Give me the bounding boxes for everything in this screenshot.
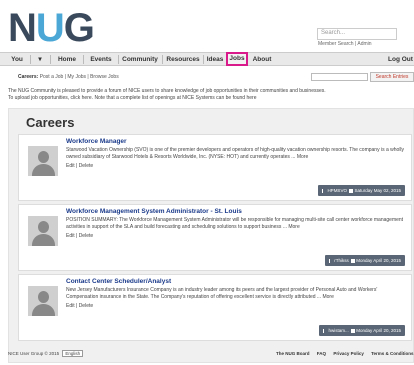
job-actions[interactable]: Edit | Delete [66, 233, 93, 239]
footer-link-faq[interactable]: FAQ [317, 351, 326, 356]
careers-subnav: Careers: Post a Job | My Jobs | Browse J… [18, 74, 119, 80]
footer-link-privacy[interactable]: Privacy Policy [333, 351, 364, 356]
job-date: Saturday May 02, 2015 [354, 188, 401, 193]
job-title[interactable]: Contact Center Scheduler/Analyst [66, 278, 171, 285]
job-actions[interactable]: Edit | Delete [66, 163, 93, 169]
careers-label: Careers: [18, 74, 39, 80]
job-description: New Jersey Manufacturers Insurance Compa… [66, 287, 378, 300]
careers-links[interactable]: Post a Job | My Jobs | Browse Jobs [40, 74, 119, 80]
nav-ideas[interactable]: Ideas [206, 53, 224, 66]
avatar-placeholder-icon [28, 146, 58, 176]
nug-logo[interactable]: NUG [8, 8, 95, 48]
intro-line-1: The NUG Community is pleased to provide … [8, 88, 326, 94]
job-meta: rThikss Monday April 20, 2015 [325, 255, 405, 266]
nav-divider [118, 55, 119, 64]
job-description: Starwood Vacation Ownership (SVO) is one… [66, 147, 405, 160]
footer-left: NICE User Group © 2015 English [8, 350, 84, 357]
nav-divider [162, 55, 163, 64]
nav-divider [30, 55, 31, 64]
job-card: Contact Center Scheduler/Analyst New Jer… [18, 274, 412, 341]
calendar-icon [351, 258, 356, 263]
job-date: Monday April 20, 2015 [356, 328, 401, 333]
flag-icon [322, 188, 326, 193]
logo-g: G [63, 6, 95, 50]
logo-n: N [8, 6, 37, 50]
nav-community[interactable]: Community [121, 53, 159, 66]
job-actions[interactable]: Edit | Delete [66, 303, 93, 309]
nav-divider [203, 55, 204, 64]
nav-about[interactable]: About [252, 53, 272, 66]
job-description: POSITION SUMMARY: The Workforce Manageme… [66, 217, 404, 230]
flag-icon [323, 328, 327, 333]
search-entries-button[interactable]: Search Entries [370, 72, 414, 82]
job-date: Monday April 20, 2015 [356, 258, 401, 263]
header: NUG Search... Member Search | Admin [0, 0, 414, 52]
nav-you[interactable]: You [6, 53, 28, 66]
logout-link[interactable]: Log Out [388, 53, 414, 66]
nav-dropdown-icon[interactable]: ▾ [33, 53, 47, 66]
nav-events[interactable]: Events [86, 53, 116, 66]
job-meta: hwistam... Monday April 20, 2015 [319, 325, 405, 336]
job-meta: HPMSVO Saturday May 02, 2015 [318, 185, 405, 196]
calendar-icon [351, 328, 356, 333]
language-select[interactable]: English [62, 350, 84, 357]
intro-text: The NUG Community is pleased to provide … [8, 88, 412, 102]
footer-link-board[interactable]: The NUG Board [276, 351, 310, 356]
job-poster[interactable]: rThikss [334, 258, 349, 263]
job-card: Workforce Management System Administrato… [18, 204, 412, 271]
flag-icon [329, 258, 333, 263]
job-title[interactable]: Workforce Manager [66, 138, 127, 145]
nav-home[interactable]: Home [53, 53, 81, 66]
nav-jobs[interactable]: Jobs [226, 52, 248, 66]
job-poster[interactable]: hwistam... [328, 328, 348, 333]
member-links[interactable]: Member Search | Admin [318, 41, 372, 47]
job-poster[interactable]: HPMSVO [327, 188, 347, 193]
search-input[interactable]: Search... [317, 28, 397, 40]
job-card: Workforce Manager Starwood Vacation Owne… [18, 134, 412, 201]
footer-links: The NUG Board FAQ Privacy Policy Terms &… [270, 351, 414, 356]
job-title[interactable]: Workforce Management System Administrato… [66, 208, 242, 215]
main-nav: You ▾ Home Events Community Resources Id… [0, 52, 414, 66]
avatar-placeholder-icon [28, 286, 58, 316]
nav-resources[interactable]: Resources [165, 53, 201, 66]
footer-link-terms[interactable]: Terms & Conditions [371, 351, 413, 356]
nav-divider [83, 55, 84, 64]
calendar-icon [349, 188, 354, 193]
entries-search-input[interactable] [311, 73, 368, 81]
copyright: NICE User Group © 2015 [8, 351, 60, 356]
logo-u: U [35, 6, 65, 50]
page-title: Careers [26, 115, 75, 130]
intro-line-2: To upload job opportunities, click here.… [8, 95, 257, 101]
nav-divider [50, 55, 51, 64]
avatar-placeholder-icon [28, 216, 58, 246]
